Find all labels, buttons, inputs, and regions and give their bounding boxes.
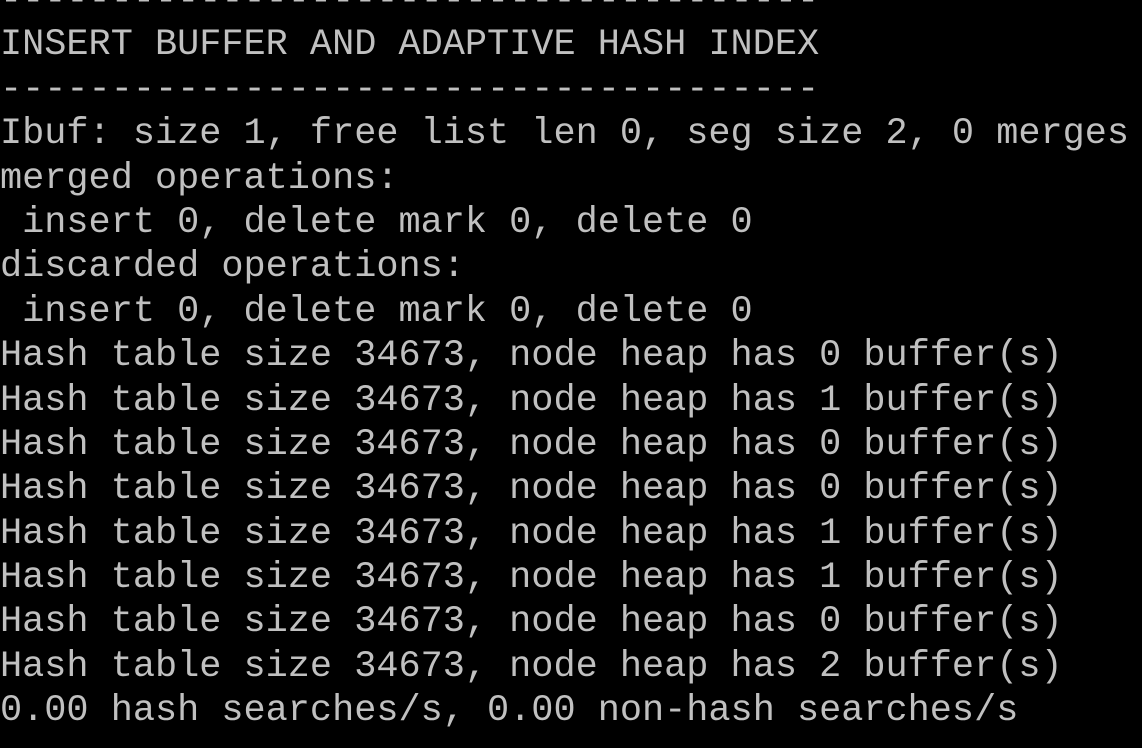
- hash-table-line: Hash table size 34673, node heap has 0 b…: [0, 468, 1063, 511]
- terminal-window[interactable]: ------------------------------------- IN…: [0, 0, 1142, 748]
- hash-table-line: Hash table size 34673, node heap has 0 b…: [0, 335, 1063, 378]
- hash-table-line: Hash table size 34673, node heap has 1 b…: [0, 379, 1063, 422]
- merged-operations-values: insert 0, delete mark 0, delete 0: [0, 201, 753, 244]
- hash-table-line: Hash table size 34673, node heap has 1 b…: [0, 512, 1063, 555]
- discarded-operations-label: discarded operations:: [0, 246, 465, 289]
- discarded-operations-values: insert 0, delete mark 0, delete 0: [0, 290, 753, 333]
- ibuf-status-line: Ibuf: size 1, free list len 0, seg size …: [0, 113, 1130, 156]
- section-separator-bottom: -------------------------------------: [0, 68, 820, 111]
- hash-table-line: Hash table size 34673, node heap has 1 b…: [0, 557, 1063, 600]
- section-heading: INSERT BUFFER AND ADAPTIVE HASH INDEX: [0, 24, 820, 67]
- merged-operations-label: merged operations:: [0, 157, 399, 200]
- hash-searches-line: 0.00 hash searches/s, 0.00 non-hash sear…: [0, 690, 1019, 733]
- section-separator-top: -------------------------------------: [0, 0, 820, 22]
- hash-table-line: Hash table size 34673, node heap has 0 b…: [0, 601, 1063, 644]
- hash-table-line: Hash table size 34673, node heap has 2 b…: [0, 645, 1063, 688]
- terminal-output: ------------------------------------- IN…: [0, 0, 1129, 734]
- hash-table-line: Hash table size 34673, node heap has 0 b…: [0, 423, 1063, 466]
